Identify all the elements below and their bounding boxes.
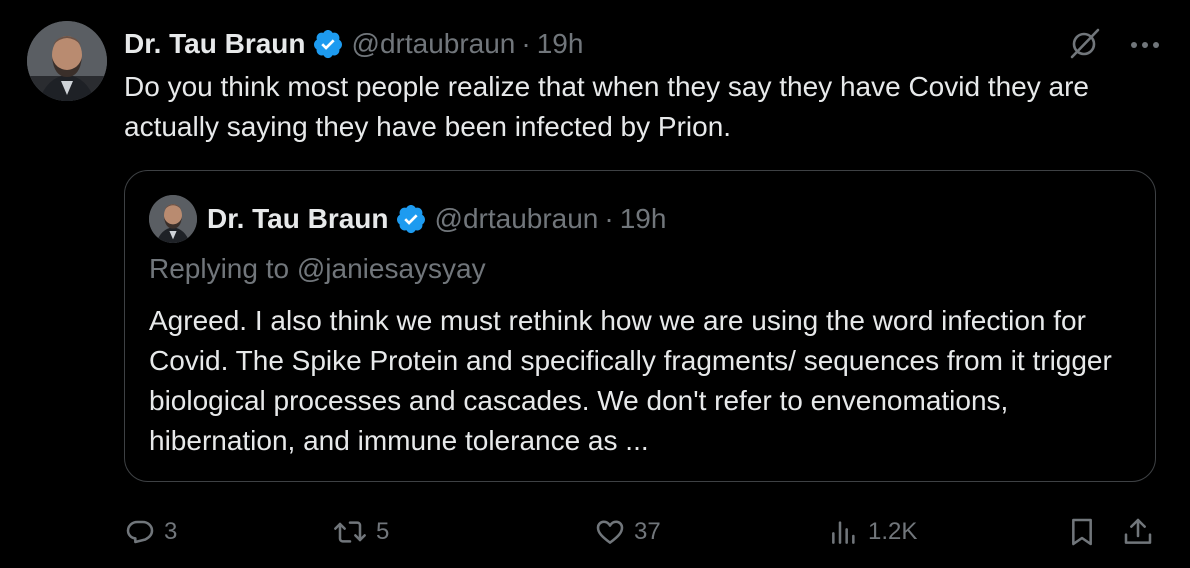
- more-icon[interactable]: [1130, 37, 1160, 55]
- reply-icon: [126, 520, 154, 544]
- repost-icon: [334, 521, 366, 543]
- author-handle[interactable]: @drtaubraun: [352, 28, 516, 60]
- quoted-header: Dr. Tau Braun @drtaubraun · 19h: [207, 199, 666, 239]
- share-icon: [1124, 518, 1152, 544]
- bookmark-icon: [1072, 518, 1092, 546]
- quoted-author-name: Dr. Tau Braun: [207, 203, 389, 234]
- share-button[interactable]: [1122, 510, 1154, 554]
- heart-icon: [596, 520, 624, 544]
- tweet-text: Do you think most people realize that wh…: [124, 71, 1089, 142]
- action-bar: 3 5 37 1.2K: [124, 510, 1160, 554]
- views-chart-icon: [832, 521, 855, 544]
- reply-button[interactable]: 3: [124, 510, 177, 554]
- quoted-tweet[interactable]: Dr. Tau Braun @drtaubraun · 19h Replying…: [124, 170, 1156, 482]
- grok-icon[interactable]: [1068, 26, 1102, 65]
- tweet-header: Dr. Tau Braun @drtaubraun · 19h: [124, 24, 583, 64]
- quoted-timestamp: 19h: [619, 203, 667, 234]
- verified-badge-icon: [395, 203, 427, 235]
- tweet[interactable]: Dr. Tau Braun @drtaubraun · 19h Do you t: [0, 0, 1190, 568]
- like-count: 37: [634, 518, 661, 545]
- quoted-author-handle: @drtaubraun: [434, 203, 599, 234]
- verified-badge-icon[interactable]: [312, 28, 344, 60]
- repost-button[interactable]: 5: [332, 510, 389, 554]
- author-name[interactable]: Dr. Tau Braun: [124, 28, 306, 60]
- timestamp[interactable]: 19h: [537, 28, 584, 60]
- separator-dot: ·: [521, 28, 531, 59]
- like-button[interactable]: 37: [594, 510, 661, 554]
- views-count: 1.2K: [868, 518, 918, 545]
- tweet-top-actions: [1068, 26, 1160, 65]
- avatar[interactable]: [27, 21, 107, 101]
- views-button[interactable]: 1.2K: [828, 510, 917, 554]
- quoted-text: Agreed. I also think we must rethink how…: [149, 305, 1112, 456]
- separator-dot: ·: [604, 203, 614, 234]
- bookmark-button[interactable]: [1066, 510, 1098, 554]
- reply-count: 3: [164, 518, 178, 545]
- replying-to: Replying to @janiesaysyay: [149, 253, 486, 284]
- quoted-avatar[interactable]: [149, 195, 197, 243]
- repost-count: 5: [376, 518, 390, 545]
